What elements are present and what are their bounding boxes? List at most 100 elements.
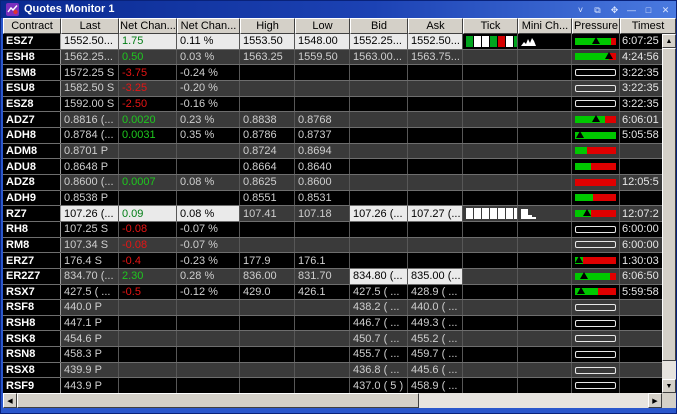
cell-bid: 455.7 ( ... xyxy=(350,347,408,362)
scroll-up-button[interactable]: ▲ xyxy=(662,34,676,48)
minimize-button[interactable]: — xyxy=(624,3,639,17)
column-header-tick[interactable]: Tick xyxy=(463,18,518,34)
scroll-left-button[interactable]: ◀ xyxy=(3,393,17,408)
vertical-scrollbar[interactable]: ▲ ▼ xyxy=(662,34,676,393)
cell-pct: -0.07 % xyxy=(177,221,240,237)
cell-low: 0.8737 xyxy=(295,127,350,143)
column-header-pct[interactable]: Net Chan... xyxy=(177,18,240,34)
cell-ask xyxy=(408,190,463,206)
quotes-monitor-window: Quotes Monitor 1 ˅ ⧉ ✥ — □ ✕ Contract Last Net … xyxy=(0,0,677,414)
table-row[interactable]: RSF8 440.0 P 438.2 ( ... 440.0 ( ... xyxy=(3,299,662,315)
table-row[interactable]: RSK8 454.6 P 450.7 ( ... 455.2 ( ... xyxy=(3,330,662,347)
table-row[interactable]: ADM8 0.8701 P 0.8724 0.8694 xyxy=(3,142,662,159)
cell-contract: ESU8 xyxy=(3,80,61,96)
cell-pct: 0.08 % xyxy=(177,174,240,190)
cell-low xyxy=(295,96,350,112)
cell-bid xyxy=(350,221,408,237)
column-header-last[interactable]: Last xyxy=(61,18,119,34)
cell-high xyxy=(240,96,295,112)
column-header-high[interactable]: High xyxy=(240,18,295,34)
cell-net: -0.4 xyxy=(119,253,177,268)
scroll-right-button[interactable]: ▶ xyxy=(648,393,662,408)
cell-bid xyxy=(350,159,408,174)
cell-bid: 834.80 (... xyxy=(350,268,408,284)
close-button[interactable]: ✕ xyxy=(658,3,673,17)
cell-pct: 0.35 % xyxy=(177,127,240,143)
pressure-bar xyxy=(575,115,616,124)
cell-mini-chart xyxy=(518,206,572,221)
column-header-bid[interactable]: Bid xyxy=(350,18,408,34)
cell-timestamp xyxy=(620,316,662,331)
cell-contract: ESM8 xyxy=(3,65,61,80)
cell-timestamp: 3:22:35 xyxy=(622,97,659,110)
move-button[interactable]: ✥ xyxy=(607,3,622,17)
tick-block xyxy=(490,35,497,47)
table-row[interactable]: ESZ8 1592.00 S -2.50 -0.16 % 3:22:35 xyxy=(3,95,662,112)
pressure-bar xyxy=(575,271,616,280)
column-header-low[interactable]: Low xyxy=(295,18,350,34)
table-row[interactable]: ESZ7 1552.50... 1.75 0.11 % 1553.50 1548.00 15… xyxy=(3,34,662,49)
cell-ask: 1563.75... xyxy=(408,49,463,65)
cascade-button[interactable]: ⧉ xyxy=(590,3,605,17)
cell-timestamp: 6:06:50 xyxy=(622,270,659,283)
column-header-mini[interactable]: Mini Ch... xyxy=(518,18,572,34)
cell-ask xyxy=(408,174,463,190)
table-row[interactable]: RSN8 458.3 P 455.7 ( ... 459.7 ( ... xyxy=(3,346,662,362)
cell-last: 0.8701 P xyxy=(61,143,119,159)
table-row[interactable]: ADH9 0.8538 P 0.8551 0.8531 xyxy=(3,189,662,206)
cell-mini-chart xyxy=(518,315,572,331)
cell-pct xyxy=(177,347,240,362)
table-row[interactable]: ESH8 1562.25... 0.50 0.03 % 1563.25 1559.50 15… xyxy=(3,48,662,65)
column-header-ask[interactable]: Ask xyxy=(408,18,463,34)
horizontal-scrollbar[interactable]: ◀ ▶ xyxy=(3,393,676,408)
table-row[interactable]: RH8 107.25 S -0.08 -0.07 % 6:00:00 xyxy=(3,220,662,237)
vertical-scroll-track[interactable] xyxy=(662,361,676,379)
table-row[interactable]: ADZ8 0.8600 (... 0.0007 0.08 % 0.8625 0.8600 1… xyxy=(3,173,662,190)
cell-pressure xyxy=(572,34,620,49)
cell-net: 0.09 xyxy=(119,206,177,221)
table-row[interactable]: RZ7 107.26 (... 0.09 0.08 % 107.41 107.18 107.… xyxy=(3,205,662,221)
horizontal-scroll-thumb[interactable] xyxy=(17,393,419,408)
cell-net: -0.5 xyxy=(119,284,177,300)
table-row[interactable]: RM8 107.34 S -0.08 -0.07 % 6:00:00 xyxy=(3,236,662,253)
pressure-marker xyxy=(591,115,600,123)
cell-low: 1548.00 xyxy=(295,34,350,49)
table-row[interactable]: ADZ7 0.8816 (... 0.0020 0.23 % 0.8838 0.8768 6… xyxy=(3,111,662,127)
table-row[interactable]: RSF9 443.9 P 437.0 ( 5 ) 458.9 ( ... xyxy=(3,377,662,393)
column-header-time[interactable]: Timest xyxy=(620,18,676,34)
table-row[interactable]: ESM8 1572.25 S -3.75 -0.24 % 3:22:35 xyxy=(3,64,662,80)
maximize-button[interactable]: □ xyxy=(641,3,656,17)
vertical-scroll-thumb[interactable] xyxy=(662,48,676,361)
table-row[interactable]: ER2Z7 834.70 (... 2.30 0.28 % 836.00 831.70 83… xyxy=(3,267,662,284)
cell-last: 439.9 P xyxy=(61,362,119,378)
column-header-contract[interactable]: Contract xyxy=(3,18,61,34)
cell-last: 0.8538 P xyxy=(61,190,119,206)
table-row[interactable]: ADH8 0.8784 (... 0.0031 0.35 % 0.8786 0.8737 5… xyxy=(3,126,662,143)
cell-high: 429.0 xyxy=(240,284,295,300)
pressure-bar xyxy=(575,147,616,155)
cell-bid xyxy=(350,253,408,268)
table-row[interactable]: RSX8 439.9 P 436.8 ( ... 445.6 ( ... xyxy=(3,361,662,378)
table-row[interactable]: RSH8 447.1 P 446.7 ( ... 449.3 ( ... xyxy=(3,314,662,331)
cell-contract: RSK8 xyxy=(3,331,61,347)
pressure-bar xyxy=(575,69,616,77)
cell-tick xyxy=(463,315,518,331)
table-row[interactable]: ERZ7 176.4 S -0.4 -0.23 % 177.9 176.1 1:30:03 xyxy=(3,252,662,268)
cell-net xyxy=(119,315,177,331)
cell-pct xyxy=(177,331,240,347)
table-row[interactable]: ADU8 0.8648 P 0.8664 0.8640 xyxy=(3,158,662,174)
table-row[interactable]: ESU8 1582.50 S -3.25 -0.20 % 3:22:35 xyxy=(3,79,662,96)
scroll-down-button[interactable]: ▼ xyxy=(662,379,676,393)
horizontal-scroll-track[interactable] xyxy=(419,393,648,408)
title-bar[interactable]: Quotes Monitor 1 ˅ ⧉ ✥ — □ ✕ xyxy=(1,1,676,18)
table-row[interactable]: RSX7 427.5 ( ... -0.5 -0.12 % 429.0 426.1 427.… xyxy=(3,283,662,300)
cell-tick xyxy=(463,284,518,300)
cell-contract: RSH8 xyxy=(3,315,61,331)
roll-up-button[interactable]: ˅ xyxy=(573,3,588,17)
column-header-pressure[interactable]: Pressure xyxy=(572,18,620,34)
cell-net xyxy=(119,362,177,378)
cell-pressure xyxy=(572,300,620,315)
cell-pressure xyxy=(572,378,620,393)
cell-ask xyxy=(408,80,463,96)
column-header-net[interactable]: Net Chan... xyxy=(119,18,177,34)
